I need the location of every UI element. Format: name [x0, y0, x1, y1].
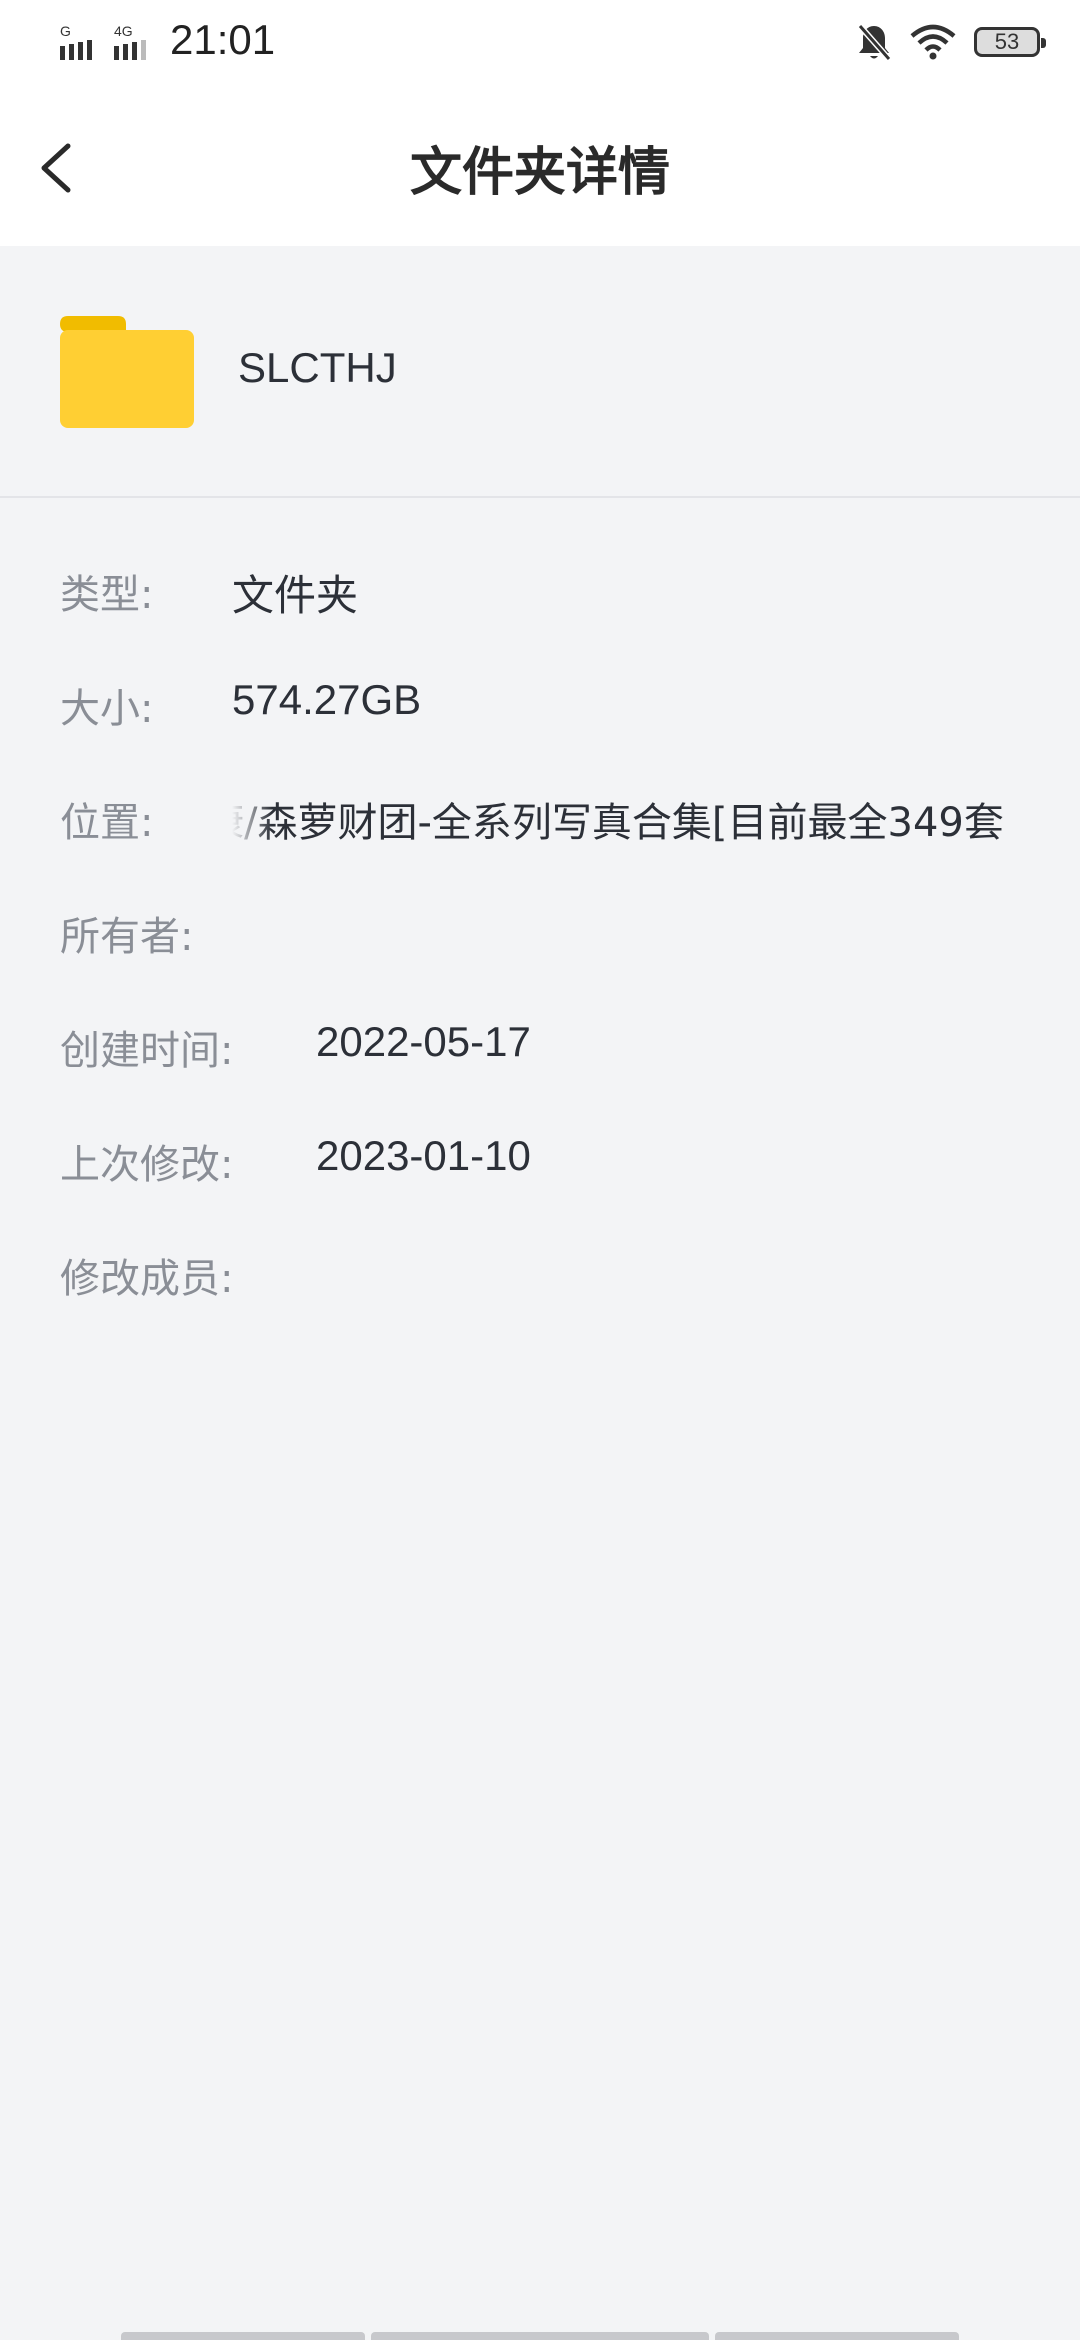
- page-title: 文件夹详情: [409, 143, 670, 203]
- size-value: 574.27GB: [232, 676, 422, 723]
- location-value: 康/森萝财团-全系列写真合集[目前最全349套: [232, 800, 1004, 846]
- battery-icon: 53: [974, 27, 1046, 57]
- location-label: 位置:: [60, 800, 154, 846]
- gesture-bar[interactable]: [0, 2332, 1080, 2340]
- signal-icon: G 4G: [60, 23, 146, 60]
- modified-value: 2023-01-10: [316, 1132, 531, 1179]
- folder-icon: [60, 316, 194, 428]
- signal-label-g: G: [60, 23, 71, 39]
- detail-row-location: 位置: 康/森萝财团-全系列写真合集[目前最全349套: [60, 790, 1080, 850]
- type-value: 文件夹: [232, 571, 359, 620]
- size-label: 大小:: [60, 686, 154, 732]
- folder-name: SLCTHJ: [238, 344, 397, 391]
- status-time: 21:01: [170, 16, 276, 63]
- status-bar: G 4G 21:01 53: [0, 0, 1080, 84]
- bell-off-icon: [857, 24, 892, 61]
- battery-level: 53: [994, 29, 1020, 54]
- folder-card: SLCTHJ: [0, 246, 1080, 498]
- created-label: 创建时间:: [60, 1028, 234, 1074]
- owner-label: 所有者:: [60, 914, 194, 960]
- location-scroll[interactable]: 康/森萝财团-全系列写真合集[目前最全349套: [232, 790, 1080, 850]
- signal-label-4g: 4G: [114, 23, 133, 39]
- modified-label: 上次修改:: [60, 1142, 234, 1188]
- modifier-label: 修改成员:: [60, 1256, 234, 1302]
- wifi-icon: [910, 24, 956, 60]
- type-label: 类型:: [60, 572, 154, 618]
- created-value: 2022-05-17: [316, 1018, 531, 1065]
- header: 文件夹详情: [0, 84, 1080, 246]
